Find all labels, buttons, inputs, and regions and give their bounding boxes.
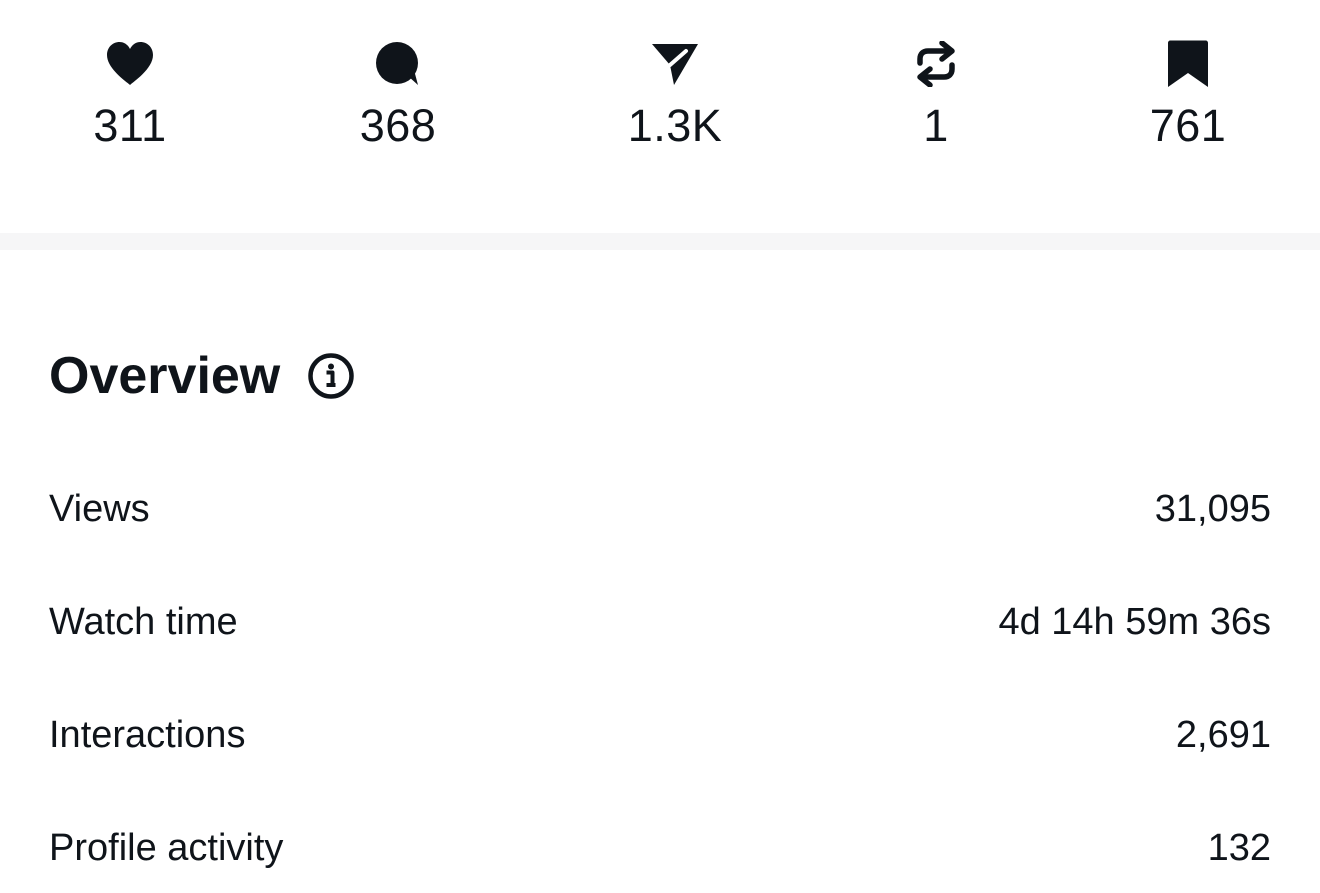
shares-count: 1.3K xyxy=(627,100,723,151)
comments-stat[interactable]: 368 xyxy=(298,38,498,152)
heart-icon xyxy=(104,38,156,90)
shares-stat[interactable]: 1.3K xyxy=(575,38,775,152)
likes-stat[interactable]: 311 xyxy=(30,38,230,152)
comments-count: 368 xyxy=(359,100,437,151)
overview-title: Overview xyxy=(49,347,281,405)
metric-value: 2,691 xyxy=(1175,713,1271,756)
reposts-count: 1 xyxy=(923,100,949,151)
metric-value: 132 xyxy=(1207,826,1271,869)
metric-row-watch-time: Watch time 4d 14h 59m 36s xyxy=(49,592,1271,652)
metric-label: Views xyxy=(49,487,150,530)
repost-icon xyxy=(910,38,962,90)
saves-count: 761 xyxy=(1149,100,1227,151)
bookmark-icon xyxy=(1162,38,1214,90)
info-icon[interactable] xyxy=(307,352,355,400)
saves-stat[interactable]: 761 xyxy=(1088,38,1288,152)
section-divider xyxy=(0,233,1320,250)
likes-count: 311 xyxy=(93,100,167,151)
metric-label: Watch time xyxy=(49,600,238,643)
metric-label: Interactions xyxy=(49,713,246,756)
overview-header: Overview xyxy=(49,340,355,412)
metric-label: Profile activity xyxy=(49,826,284,869)
comment-icon xyxy=(372,38,424,90)
metric-row-interactions: Interactions 2,691 xyxy=(49,705,1271,765)
send-icon xyxy=(649,38,701,90)
metric-value: 31,095 xyxy=(1154,487,1271,530)
metric-value: 4d 14h 59m 36s xyxy=(998,600,1271,643)
engagement-stats-row: 311 368 1.3K 1 761 xyxy=(0,0,1320,233)
metric-row-profile-activity: Profile activity 132 xyxy=(49,818,1271,878)
metric-row-views: Views 31,095 xyxy=(49,479,1271,539)
reposts-stat[interactable]: 1 xyxy=(836,38,1036,152)
